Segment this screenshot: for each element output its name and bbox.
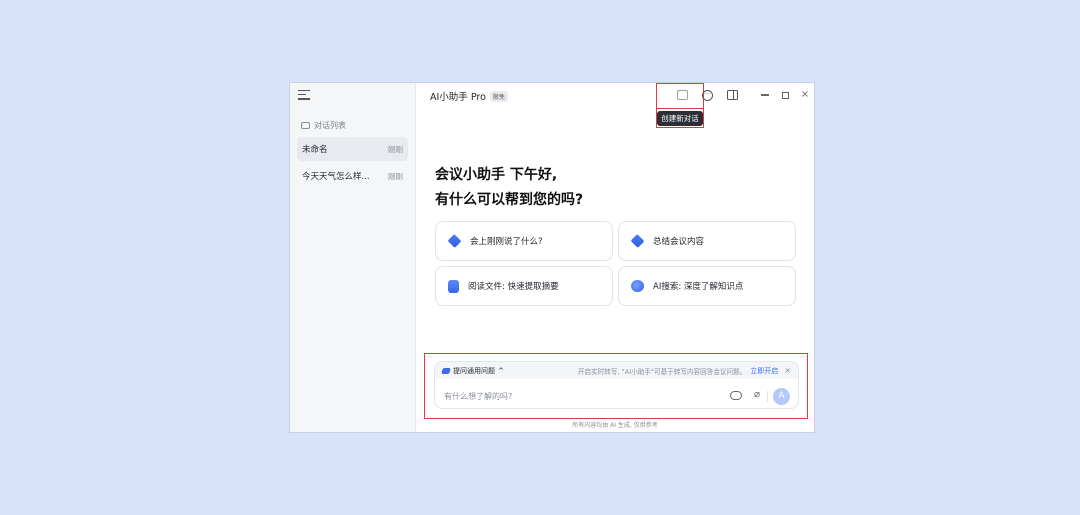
chat-icon xyxy=(301,122,310,129)
chevron-up-icon: ^ xyxy=(498,366,504,375)
more-icon: ··· xyxy=(701,89,713,101)
greeting: 会议小助手 下午好, 有什么可以帮到您的吗? xyxy=(435,163,583,213)
suggestion-card[interactable]: 阅读文件: 快速提取摘要 xyxy=(435,266,613,306)
ai-disclaimer: 所有内容均由 AI 生成, 仅供参考 xyxy=(572,422,658,429)
divider xyxy=(767,391,768,402)
greeting-line-1: 会议小助手 下午好, xyxy=(435,167,558,183)
close-icon: × xyxy=(800,89,810,100)
minimize-button[interactable] xyxy=(758,88,772,102)
attachment-icon[interactable]: ⌀ xyxy=(754,389,760,400)
header: AI小助手 Pro 限免 xyxy=(416,83,814,107)
conversation-list-title: 对话列表 xyxy=(301,120,346,131)
chat-input[interactable]: 有什么想了解的吗? xyxy=(444,391,512,402)
sidebar: 对话列表 未命名 刚刚 今天天气怎么样... 刚刚 xyxy=(290,83,416,432)
layers-icon xyxy=(630,234,645,248)
suggestion-card[interactable]: 总结会议内容 xyxy=(618,221,796,261)
suggestion-card[interactable]: 会上刚刚说了什么? xyxy=(435,221,613,261)
mode-icon xyxy=(441,367,451,374)
conversation-item[interactable]: 未命名 刚刚 xyxy=(297,137,408,161)
maximize-button[interactable] xyxy=(778,88,792,102)
maximize-icon xyxy=(781,91,789,99)
transcription-tip: 开启实时转写, "AI小助手"可基于转写内容回答会议问题。 xyxy=(577,367,747,376)
suggestion-card[interactable]: AI搜索: 深度了解知识点 xyxy=(618,266,796,306)
new-chat-icon xyxy=(676,90,688,100)
mode-selector[interactable]: 提问通用问题 ^ xyxy=(441,366,504,376)
transcription-tip-bar: 提问通用问题 ^ 开启实时转写, "AI小助手"可基于转写内容回答会议问题。 立… xyxy=(435,362,798,379)
new-chat-tooltip: 创建新对话 xyxy=(657,110,703,126)
greeting-line-2: 有什么可以帮到您的吗? xyxy=(435,192,584,208)
free-badge: 限免 xyxy=(489,90,508,102)
close-tip-icon[interactable]: × xyxy=(784,366,791,375)
send-button[interactable]: A xyxy=(773,388,790,405)
chat-input-box[interactable]: 提问通用问题 ^ 开启实时转写, "AI小助手"可基于转写内容回答会议问题。 立… xyxy=(434,361,799,409)
panel-icon xyxy=(726,90,738,100)
planet-icon xyxy=(631,280,644,292)
minimize-icon xyxy=(761,94,769,96)
more-button[interactable]: ··· xyxy=(700,88,714,102)
conversation-title: 今天天气怎么样... xyxy=(302,172,370,182)
close-button[interactable]: × xyxy=(798,88,812,102)
menu-icon[interactable] xyxy=(298,90,310,100)
app-title: AI小助手 Pro 限免 xyxy=(430,89,508,103)
cloud-icon[interactable] xyxy=(730,391,742,400)
tooltip-highlight: 创建新对话 xyxy=(656,109,704,128)
conversation-title: 未命名 xyxy=(302,145,328,155)
conversation-time: 刚刚 xyxy=(388,144,403,154)
conversation-item[interactable]: 今天天气怎么样... 刚刚 xyxy=(297,164,408,188)
app-window: 对话列表 未命名 刚刚 今天天气怎么样... 刚刚 AI小助手 Pro 限免 ·… xyxy=(289,82,815,433)
layers-icon xyxy=(447,234,462,248)
conversation-time: 刚刚 xyxy=(388,171,403,181)
book-icon xyxy=(448,279,459,293)
new-chat-button[interactable] xyxy=(675,88,689,102)
enable-now-link[interactable]: 立即开启 xyxy=(750,366,778,376)
side-panel-button[interactable] xyxy=(725,88,739,102)
